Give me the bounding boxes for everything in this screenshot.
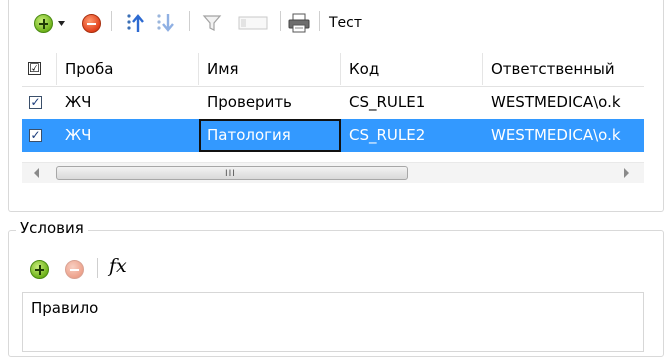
header-select-all[interactable]: ☑ bbox=[22, 53, 57, 85]
column-header-owner[interactable]: Ответственный bbox=[483, 53, 644, 85]
move-down-icon bbox=[157, 14, 174, 32]
dropdown-arrow-icon bbox=[57, 20, 65, 26]
row-checkbox[interactable]: ✓ bbox=[29, 96, 42, 109]
move-up-icon bbox=[127, 14, 144, 32]
remove-icon bbox=[64, 259, 84, 279]
cell-owner[interactable]: WESTMEDICA\o.k bbox=[483, 86, 644, 119]
row-checkbox-cell[interactable]: ✓ bbox=[22, 119, 57, 152]
toolbar: Тест bbox=[0, 0, 670, 36]
table-header: ☑ Проба Имя Код Ответственный bbox=[22, 53, 644, 87]
table-row[interactable]: ✓ ЖЧ Проверить CS_RULE1 WESTMEDICA\o.k bbox=[22, 86, 644, 119]
filter-field-icon bbox=[238, 16, 268, 30]
conditions-table: Правило bbox=[22, 292, 644, 352]
remove-button[interactable] bbox=[79, 10, 103, 36]
print-button[interactable] bbox=[286, 10, 312, 36]
column-header-name[interactable]: Имя bbox=[199, 53, 341, 85]
add-button[interactable] bbox=[31, 10, 55, 36]
select-all-checkbox[interactable]: ☑ bbox=[28, 62, 41, 75]
conditions-title: Условия bbox=[16, 219, 88, 237]
scrollbar-thumb[interactable]: III bbox=[56, 166, 408, 180]
add-icon bbox=[33, 13, 53, 33]
filter-field[interactable] bbox=[236, 10, 270, 36]
rules-table: ☑ Проба Имя Код Ответственный ✓ ЖЧ Прове… bbox=[22, 53, 644, 157]
toolbar-separator bbox=[189, 11, 190, 31]
cell-proba[interactable]: ЖЧ bbox=[57, 86, 199, 119]
print-icon bbox=[288, 13, 310, 33]
cell-name-focused[interactable]: Патология bbox=[199, 119, 341, 152]
filter-button[interactable] bbox=[199, 10, 225, 36]
add-icon bbox=[29, 259, 49, 279]
table-row-selected[interactable]: ✓ ЖЧ Патология CS_RULE2 WESTMEDICA\o.k bbox=[22, 119, 644, 152]
add-condition-button[interactable] bbox=[27, 256, 51, 282]
cell-proba[interactable]: ЖЧ bbox=[57, 119, 199, 152]
scroll-grip: III bbox=[225, 169, 236, 179]
move-down-button[interactable] bbox=[152, 10, 178, 36]
horizontal-scrollbar[interactable]: III bbox=[22, 162, 644, 183]
toolbar-separator bbox=[111, 11, 112, 31]
cell-code[interactable]: CS_RULE2 bbox=[341, 119, 483, 152]
column-header-code[interactable]: Код bbox=[341, 53, 483, 85]
cell-code[interactable]: CS_RULE1 bbox=[341, 86, 483, 119]
row-checkbox-cell[interactable]: ✓ bbox=[22, 86, 57, 119]
toolbar-separator bbox=[319, 11, 320, 31]
cell-owner[interactable]: WESTMEDICA\o.k bbox=[483, 119, 644, 152]
move-up-button[interactable] bbox=[122, 10, 148, 36]
filter-icon bbox=[202, 15, 222, 31]
row-checkbox[interactable]: ✓ bbox=[29, 129, 42, 142]
cell-name[interactable]: Проверить bbox=[199, 86, 341, 119]
add-dropdown-button[interactable] bbox=[56, 10, 66, 36]
toolbar-title: Тест bbox=[329, 15, 363, 31]
column-header-proba[interactable]: Проба bbox=[57, 53, 199, 85]
column-header-rule[interactable]: Правило bbox=[31, 299, 98, 317]
scroll-right-icon[interactable] bbox=[624, 168, 629, 178]
remove-icon bbox=[81, 13, 101, 33]
scroll-left-icon[interactable] bbox=[34, 168, 39, 178]
formula-button[interactable]: fx bbox=[109, 255, 127, 277]
toolbar-separator bbox=[280, 11, 281, 31]
toolbar-separator bbox=[97, 258, 98, 278]
remove-condition-button[interactable] bbox=[62, 256, 86, 282]
